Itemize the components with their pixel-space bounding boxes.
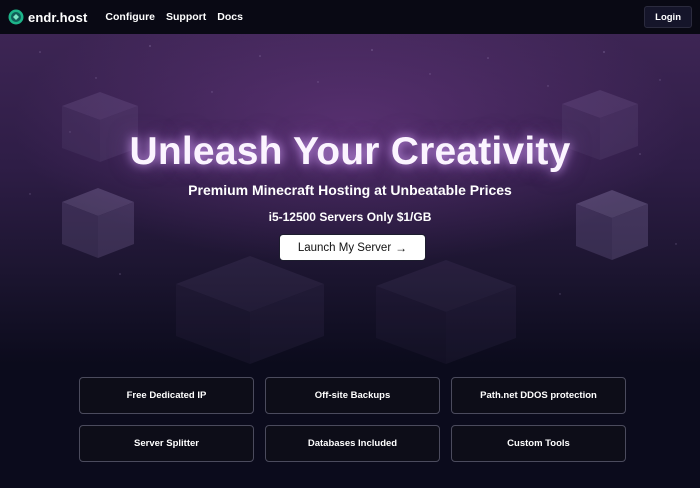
nav-link-configure[interactable]: Configure [105,11,155,23]
hero-background-cubes [29,45,677,364]
hero-title: Unleash Your Creativity [129,130,571,173]
nav-links: Configure Support Docs [105,11,243,23]
brand-name: endr.host [28,9,88,25]
hero-section: Unleash Your Creativity Premium Minecraf… [0,34,700,364]
top-nav: endr.host Configure Support Docs Login [0,0,700,34]
endr-logo-icon [8,9,24,25]
hero-subtitle: Premium Minecraft Hosting at Unbeatable … [188,182,512,198]
login-button[interactable]: Login [644,6,692,28]
hero-tagline: i5-12500 Servers Only $1/GB [268,210,432,224]
launch-server-button[interactable]: Launch My Server → [280,235,425,260]
arrow-right-icon: → [395,240,408,255]
features-grid: Free Dedicated IP Off-site Backups Path.… [79,377,626,462]
page: endr.host Configure Support Docs Login U… [0,0,700,488]
feature-card-dedicated-ip[interactable]: Free Dedicated IP [79,377,254,414]
nav-link-support[interactable]: Support [166,11,206,23]
feature-card-databases[interactable]: Databases Included [265,425,440,462]
nav-link-docs[interactable]: Docs [217,11,243,23]
feature-card-custom-tools[interactable]: Custom Tools [451,425,626,462]
launch-server-label: Launch My Server [297,241,392,254]
feature-card-offsite-backups[interactable]: Off-site Backups [265,377,440,414]
feature-card-ddos-protection[interactable]: Path.net DDOS protection [451,377,626,414]
brand-link[interactable]: endr.host [8,9,87,25]
feature-card-server-splitter[interactable]: Server Splitter [79,425,254,462]
